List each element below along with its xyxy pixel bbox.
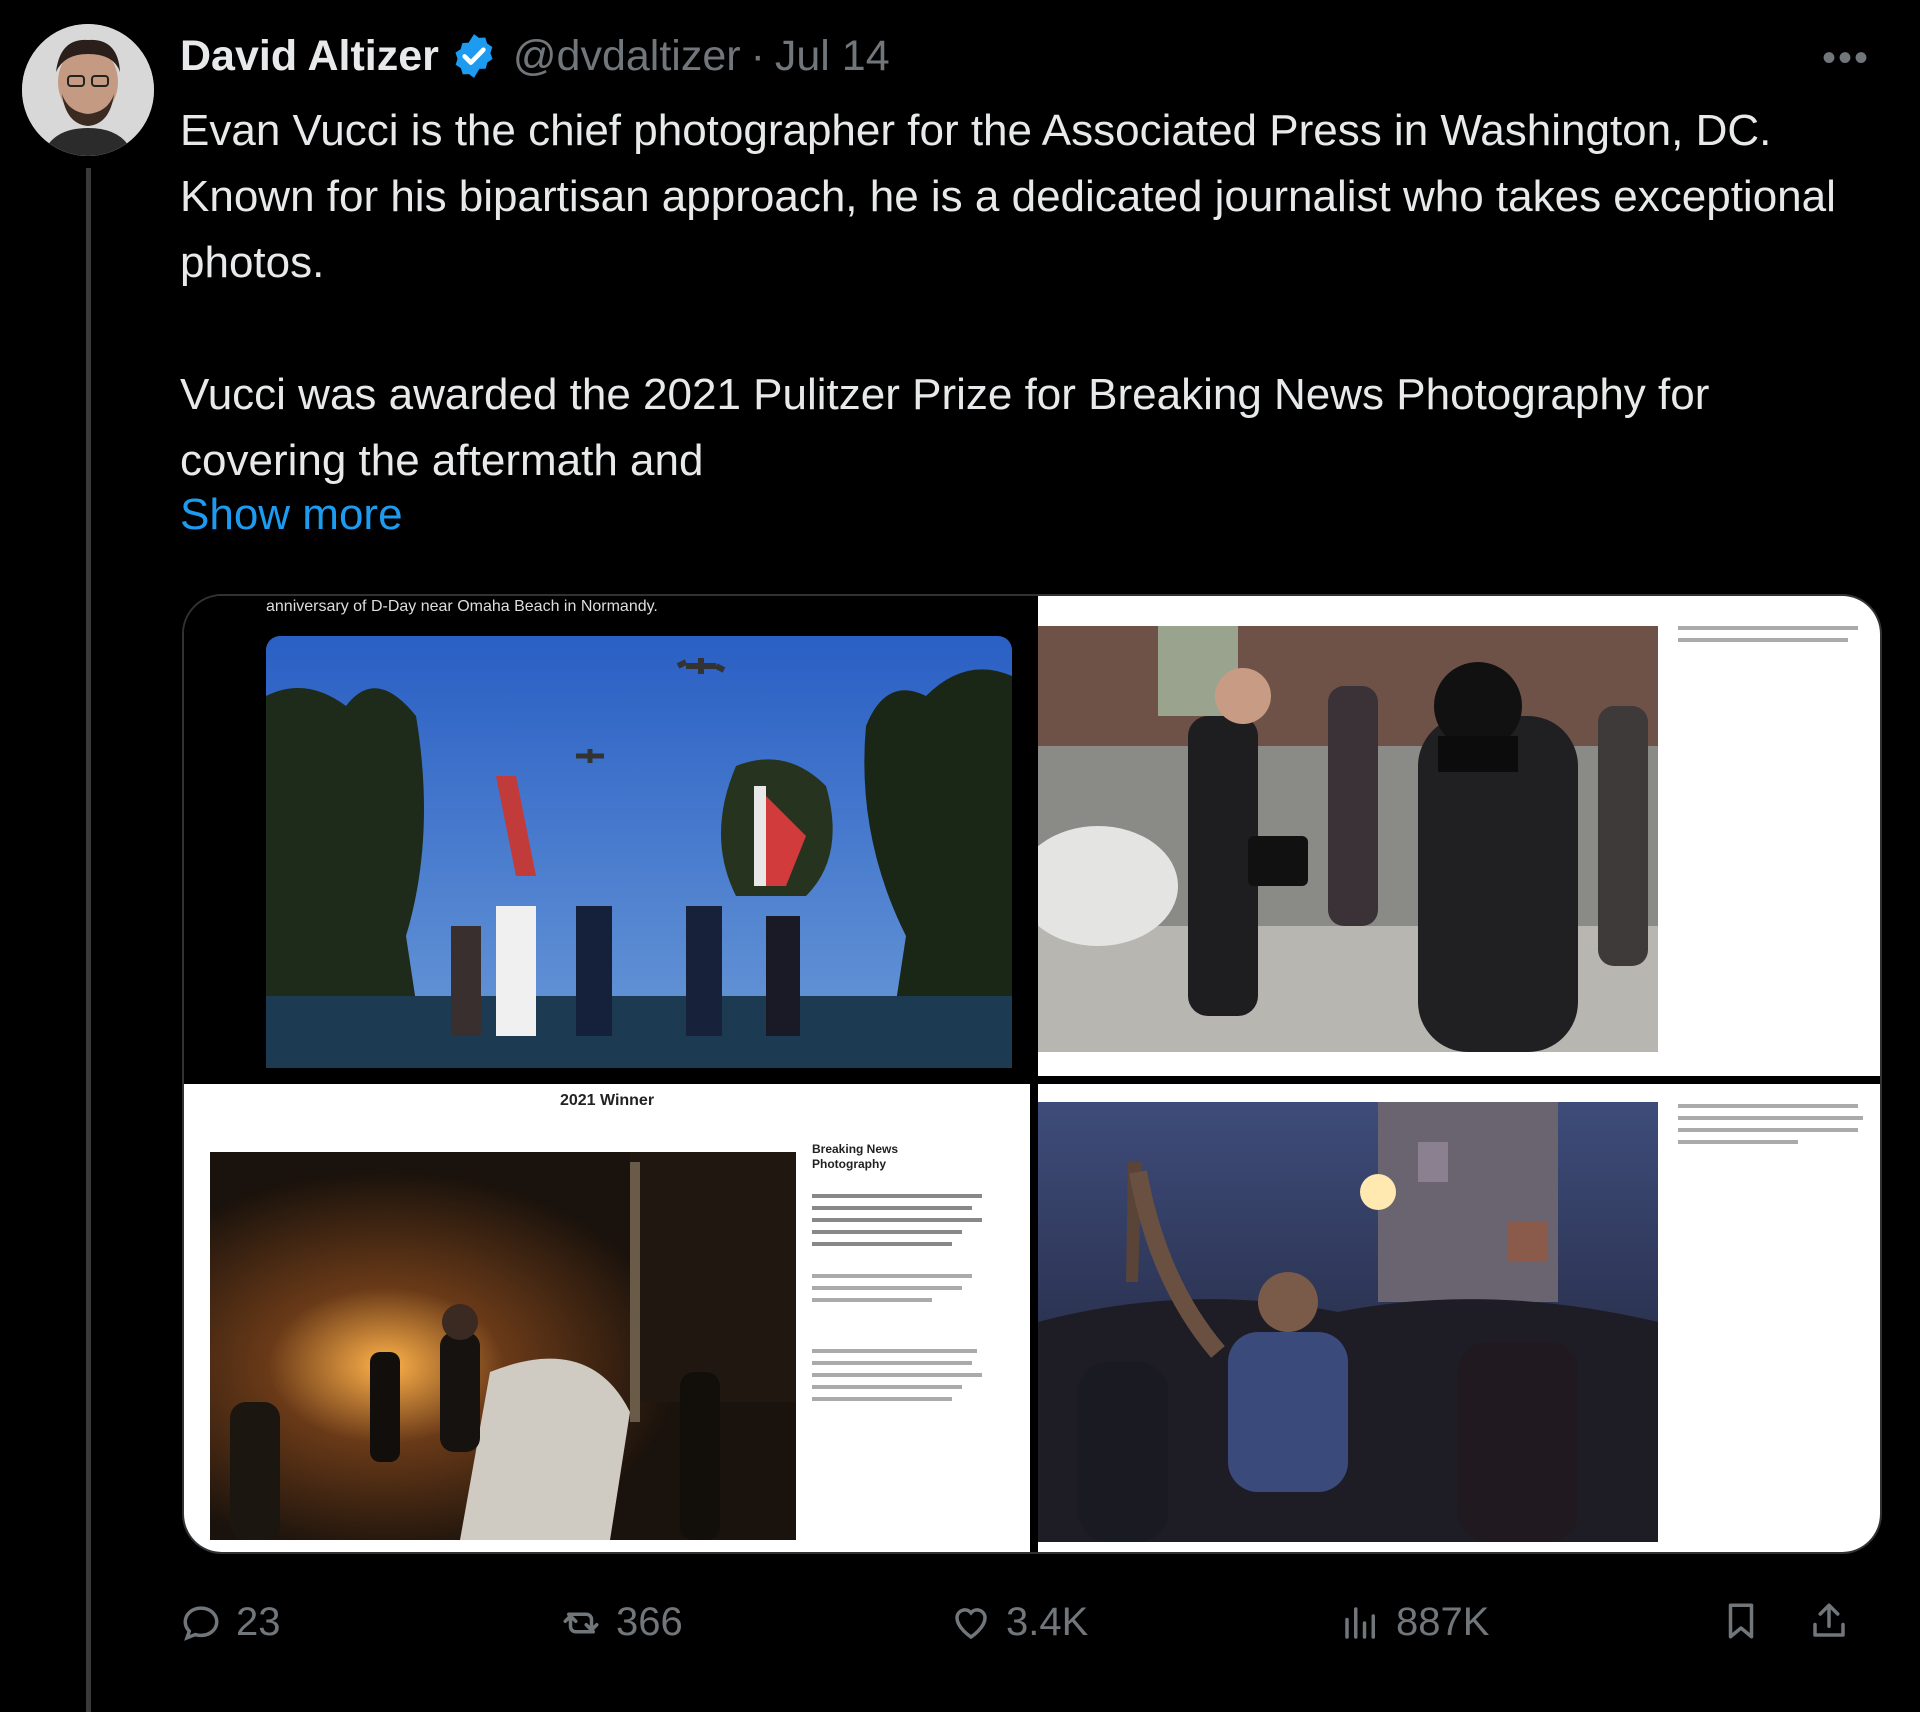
share-icon xyxy=(1813,1603,1845,1637)
bookmark-button[interactable] xyxy=(1720,1600,1776,1642)
media-image-4[interactable] xyxy=(1038,1084,1880,1552)
protest-photo xyxy=(1038,626,1658,1052)
tweet-date[interactable]: Jul 14 xyxy=(775,32,890,81)
tweet-paragraph-1: Evan Vucci is the chief photographer for… xyxy=(180,106,1836,287)
crowd-photo xyxy=(1038,1102,1658,1542)
repost-button[interactable]: 366 xyxy=(560,1600,683,1645)
image-text-block xyxy=(812,1274,992,1310)
more-options-icon[interactable]: ••• xyxy=(1822,36,1870,81)
media-image-3[interactable]: 2021 Winner Breaking News Photography xyxy=(184,1084,1030,1552)
views-icon xyxy=(1345,1606,1375,1639)
media-image-1[interactable]: anniversary of D-Day near Omaha Beach in… xyxy=(184,596,1030,1076)
bookmark-icon xyxy=(1728,1603,1754,1639)
like-count: 3.4K xyxy=(1006,1600,1089,1644)
image-text-block xyxy=(812,1349,992,1409)
author-handle[interactable]: @dvdaltizer xyxy=(513,32,741,81)
tweet-paragraph-2: Vucci was awarded the 2021 Pulitzer Priz… xyxy=(180,370,1710,485)
author-name[interactable]: David Altizer xyxy=(180,32,439,81)
views-button[interactable]: 887K xyxy=(1340,1600,1489,1645)
repost-icon xyxy=(563,1612,599,1633)
image-caption: anniversary of D-Day near Omaha Beach in… xyxy=(266,598,658,615)
tweet-header: David Altizer @dvdaltizer · Jul 14 xyxy=(180,28,890,84)
repost-count: 366 xyxy=(616,1600,683,1644)
image-text-block xyxy=(812,1194,992,1254)
thread-line xyxy=(86,168,91,1712)
media-grid[interactable]: anniversary of D-Day near Omaha Beach in… xyxy=(182,594,1882,1554)
riot-photo xyxy=(210,1152,796,1540)
image-text-block xyxy=(1678,626,1868,650)
like-icon xyxy=(955,1607,987,1639)
media-image-2[interactable] xyxy=(1038,596,1880,1076)
reply-button[interactable]: 23 xyxy=(180,1600,281,1645)
tweet-text: Evan Vucci is the chief photographer for… xyxy=(180,98,1880,494)
like-button[interactable]: 3.4K xyxy=(950,1600,1088,1645)
action-bar: 23 366 3.4K 887K xyxy=(180,1600,1880,1660)
image-side-title: Breaking News Photography xyxy=(812,1142,899,1171)
image-text-block xyxy=(1678,1104,1868,1152)
dday-photo xyxy=(266,636,1012,1068)
show-more-link[interactable]: Show more xyxy=(180,490,403,540)
winner-label: 2021 Winner xyxy=(559,1092,655,1109)
verified-badge-icon xyxy=(455,34,493,78)
reply-count: 23 xyxy=(236,1600,281,1644)
reply-icon xyxy=(183,1605,219,1641)
date-separator: · xyxy=(750,31,765,80)
share-button[interactable] xyxy=(1808,1600,1864,1642)
views-count: 887K xyxy=(1396,1600,1490,1644)
avatar[interactable] xyxy=(22,24,154,156)
